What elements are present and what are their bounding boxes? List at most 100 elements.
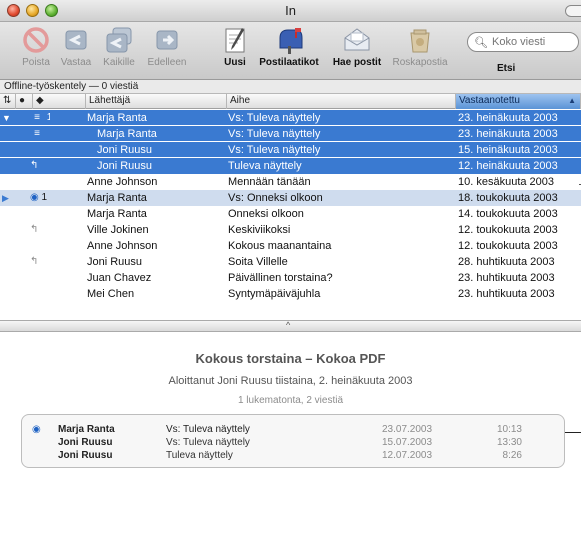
reply-button[interactable]: Vastaa — [56, 26, 96, 68]
unread-icon: ◉ — [32, 424, 41, 435]
message-subject: Tuleva näyttely — [228, 160, 302, 172]
thread-icon: ⇅ — [3, 95, 12, 106]
reply-all-icon — [104, 26, 134, 54]
search-icon: 🔍︎ — [474, 37, 488, 49]
message-row[interactable]: ↰ Ville Jokinen Keskiviikoksi 12. toukokuut… — [0, 222, 581, 238]
message-row[interactable]: Joni Ruusu Vs: Tuleva näyttely 15. heinäku… — [0, 142, 581, 158]
replied-icon: ↰ — [30, 256, 39, 267]
thread-message-list: ◉ Marja Ranta Vs: Tuleva näyttely 23.07.200… — [21, 414, 565, 468]
search-input[interactable] — [492, 35, 576, 49]
thread-disclosure-icon[interactable]: ▼ — [2, 110, 14, 126]
unread-icon: ◉ — [30, 192, 39, 203]
delete-icon — [21, 26, 51, 54]
message-row[interactable]: ▼ ≡ 1 Marja Ranta Vs: Tuleva näyttely 23. he… — [0, 110, 581, 126]
thread-count: 1 — [46, 112, 50, 123]
thread-message-row[interactable]: ◉ Marja Ranta Vs: Tuleva näyttely 23.07.200… — [22, 423, 566, 436]
get-mail-button[interactable]: Hae postit — [327, 26, 387, 68]
message-row[interactable]: Juan Chavez Päivällinen torstaina? 23. huh… — [0, 270, 581, 286]
message-date: 18. toukokuuta 2003 — [458, 192, 558, 204]
message-row[interactable]: ↰ Joni Ruusu Soita Villelle 28. huhtikuuta … — [0, 254, 581, 270]
message-row[interactable]: ≡ Marja Ranta Vs: Tuleva näyttely 23. heinä… — [0, 126, 581, 142]
replied-icon: ↰ — [30, 224, 39, 235]
thread-message-from: Marja Ranta — [58, 424, 115, 435]
replied-icon: ↰ — [30, 160, 39, 171]
column-read-status[interactable]: ● — [16, 94, 33, 109]
reply-all-button[interactable]: Kaikille — [98, 26, 140, 68]
forward-icon — [152, 26, 182, 54]
column-threads[interactable]: ⇅ — [0, 94, 16, 109]
title-bar: In — [0, 0, 581, 22]
message-row[interactable]: Marja Ranta Onneksi olkoon 14. toukokuuta … — [0, 206, 581, 222]
thread-message-subject: Tuleva näyttely — [166, 450, 233, 461]
message-row[interactable]: Anne Johnson Mennään tänään 10. kesäkuuta … — [0, 174, 581, 190]
message-subject: Vs: Tuleva näyttely — [228, 128, 321, 140]
message-date: 23. heinäkuuta 2003 — [458, 128, 558, 140]
preview-pane: Kokous torstaina – Kokoa PDF Aloittanut … — [0, 333, 581, 558]
thread-count-badge: ≡ 1 — [30, 110, 50, 126]
message-from: Mei Chen — [87, 288, 135, 300]
message-from: Joni Ruusu — [87, 256, 143, 268]
thread-message-from: Joni Ruusu — [58, 437, 113, 448]
thread-message-time: 13:30 — [496, 437, 522, 448]
delete-button[interactable]: Poista — [16, 26, 56, 68]
window-title: In — [285, 3, 296, 18]
message-subject: Vs: Tuleva näyttely — [228, 144, 321, 156]
message-from: Marja Ranta — [97, 128, 157, 140]
message-from: Marja Ranta — [87, 192, 147, 204]
message-date: 12. heinäkuuta 2003 — [458, 160, 558, 172]
status-text: Offline-työskentely — 0 viestiä — [0, 80, 581, 94]
message-subject: Päivällinen torstaina? — [228, 272, 333, 284]
message-from: Anne Johnson — [87, 176, 158, 188]
message-subject: Mennään tänään — [228, 176, 311, 188]
thread-title: Kokous torstaina – Kokoa PDF — [195, 351, 386, 366]
unread-thread-badge: ◉ 1 — [30, 190, 50, 206]
message-date: 12. toukokuuta 2003 — [458, 240, 558, 252]
toolbar: Poista Vastaa Kaikille Edelleen Uusi Pos… — [0, 22, 581, 80]
message-row[interactable]: ↰ Joni Ruusu Tuleva näyttely 12. heinäkuuta… — [0, 158, 581, 174]
compose-button[interactable]: Uusi — [220, 26, 250, 68]
toolbar-toggle-button[interactable] — [565, 5, 581, 17]
callout-line — [565, 432, 581, 433]
thread-message-from: Joni Ruusu — [58, 450, 113, 461]
message-subject: Onneksi olkoon — [228, 208, 304, 220]
thread-started-by: Aloittanut Joni Ruusu tiistaina, 2. hein… — [168, 375, 413, 387]
thread-message-row[interactable]: Joni Ruusu Tuleva näyttely 12.07.2003 8:26 — [22, 449, 566, 462]
message-date: 14. toukokuuta 2003 — [458, 208, 558, 220]
comment-icon: ◆ — [36, 95, 44, 106]
split-view-divider[interactable]: ^ — [0, 320, 581, 332]
message-from: Anne Johnson — [87, 240, 158, 252]
mailboxes-icon — [274, 26, 304, 54]
message-from: Marja Ranta — [87, 208, 147, 220]
thread-message-date: 12.07.2003 — [382, 450, 433, 461]
message-row[interactable]: Anne Johnson Kokous maanantaina 12. toukok… — [0, 238, 581, 254]
message-subject: Vs: Tuleva näyttely — [228, 112, 321, 124]
junk-button[interactable]: Roskapostia — [388, 26, 452, 68]
message-date: 23. heinäkuuta 2003 — [458, 112, 558, 124]
forward-button[interactable]: Edelleen — [145, 26, 189, 68]
message-list: ▼ ≡ 1 Marja Ranta Vs: Tuleva näyttely 23. he… — [0, 110, 581, 320]
search-field[interactable]: 🔍︎ — [467, 32, 579, 52]
column-from[interactable]: Lähettäjä — [86, 94, 227, 109]
column-received[interactable]: Vastaanotettu ▲ — [456, 94, 581, 109]
compose-icon — [220, 26, 250, 54]
message-from: Joni Ruusu — [97, 144, 153, 156]
thread-message-time: 10:13 — [496, 424, 522, 435]
thread-message-subject: Vs: Tuleva näyttely — [166, 437, 250, 448]
message-row[interactable]: Mei Chen Syntymäpäiväjuhla 23. huhtikuuta … — [0, 286, 581, 302]
message-from: Joni Ruusu — [97, 160, 153, 172]
mailboxes-button[interactable]: Postilaatikot — [254, 26, 324, 68]
search-label: Etsi — [497, 63, 516, 74]
column-subject[interactable]: Aihe — [227, 94, 456, 109]
unread-icon: ● — [19, 95, 26, 106]
column-header-bar: ⇅ ● ◆ Lähettäjä Aihe Vastaanotettu ▲ — [0, 94, 581, 109]
chevron-up-icon: ^ — [286, 320, 291, 330]
thread-message-row[interactable]: Joni Ruusu Vs: Tuleva näyttely 15.07.2003 1… — [22, 436, 566, 449]
message-date: 23. huhtikuuta 2003 — [458, 272, 555, 284]
message-row[interactable]: ▶ ◉ 1 Marja Ranta Vs: Onneksi olkoon 18. tou… — [0, 190, 581, 206]
thread-message-date: 15.07.2003 — [382, 437, 433, 448]
message-date: 28. huhtikuuta 2003 — [458, 256, 555, 268]
message-subject: Kokous maanantaina — [228, 240, 332, 252]
message-subject: Syntymäpäiväjuhla — [228, 288, 321, 300]
thread-disclosure-icon[interactable]: ▶ — [2, 190, 14, 206]
column-flags[interactable]: ◆ — [33, 94, 86, 109]
